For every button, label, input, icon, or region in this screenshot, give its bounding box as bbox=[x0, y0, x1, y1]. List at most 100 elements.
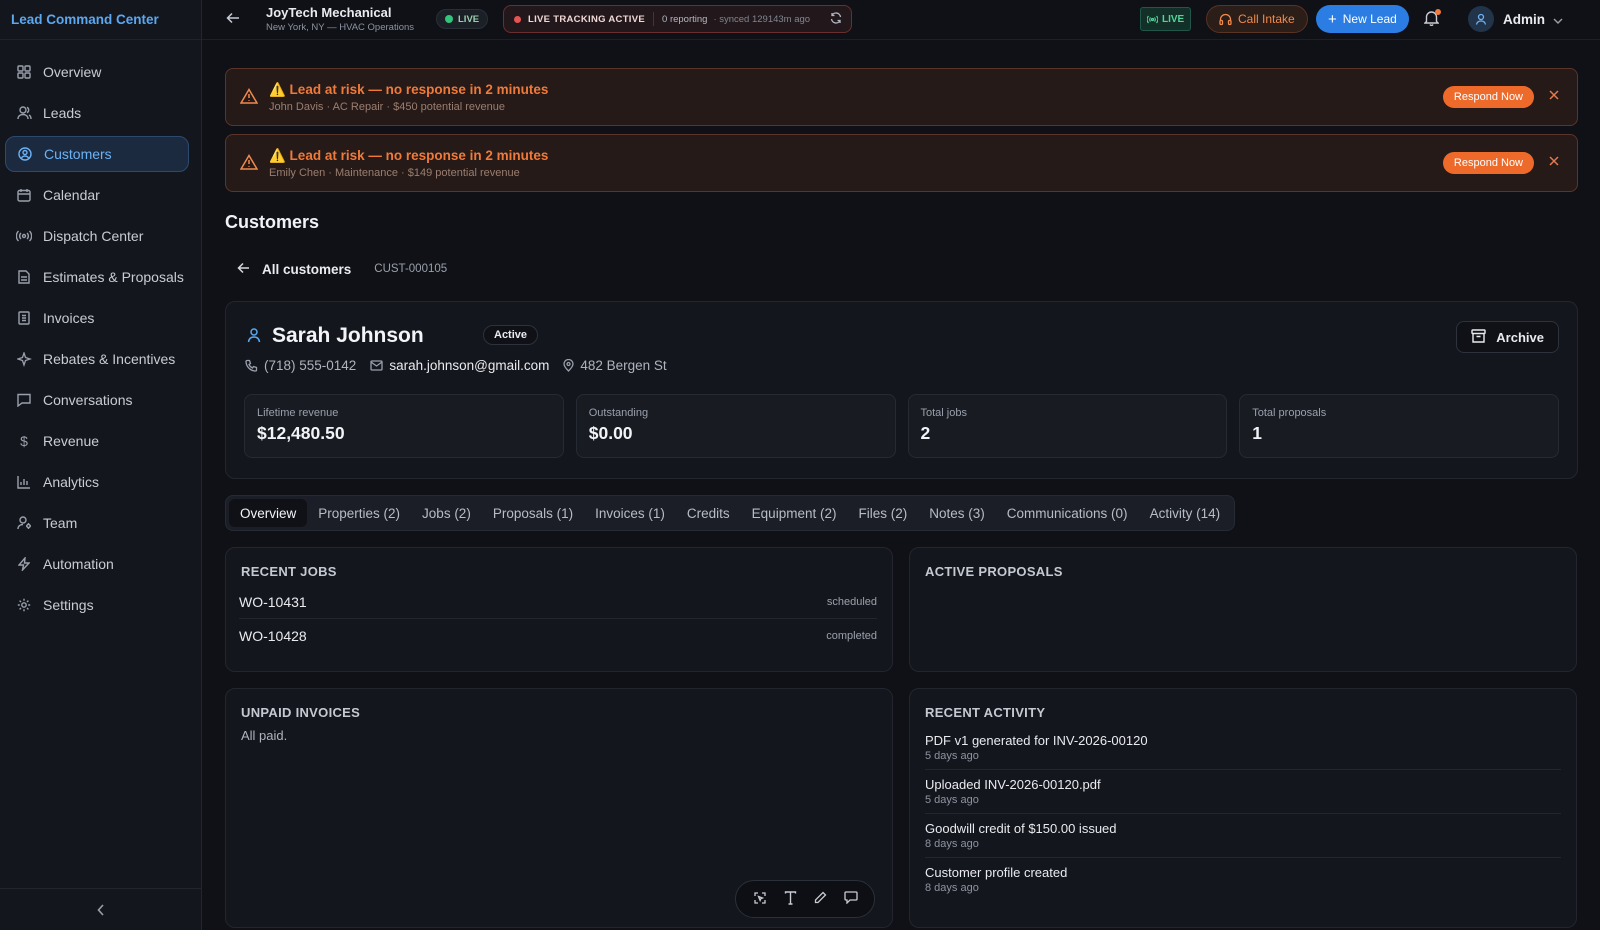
mail-icon bbox=[370, 360, 383, 371]
sidebar-item-revenue[interactable]: $ Revenue bbox=[5, 423, 189, 459]
broadcast-icon bbox=[16, 228, 32, 244]
list-item: Goodwill credit of $150.00 issued 8 days… bbox=[925, 814, 1561, 858]
respond-now-button[interactable]: Respond Now bbox=[1442, 86, 1534, 108]
job-id: WO-10428 bbox=[239, 628, 307, 644]
calendar-icon bbox=[16, 187, 32, 203]
panel-title: UNPAID INVOICES bbox=[241, 705, 361, 720]
brand-title[interactable]: Lead Command Center bbox=[0, 0, 201, 40]
customer-id: CUST-000105 bbox=[374, 263, 448, 275]
new-lead-button[interactable]: + New Lead bbox=[1316, 5, 1409, 33]
live-tracking-status: LIVE TRACKING ACTIVE 0 reporting · synce… bbox=[503, 5, 852, 33]
email-field[interactable]: sarah.johnson@gmail.com bbox=[370, 358, 549, 373]
back-arrow-icon[interactable] bbox=[226, 11, 240, 28]
tab-invoices[interactable]: Invoices (1) bbox=[584, 499, 676, 527]
text-tool-icon[interactable] bbox=[784, 890, 797, 908]
archive-icon bbox=[1471, 328, 1486, 346]
bar-chart-icon bbox=[16, 474, 32, 490]
call-intake-button[interactable]: Call Intake bbox=[1206, 5, 1308, 33]
job-status: scheduled bbox=[826, 595, 877, 608]
company-info: JoyTech Mechanical New York, NY — HVAC O… bbox=[266, 5, 414, 33]
list-item: Customer profile created 8 days ago bbox=[925, 858, 1561, 901]
customer-stats: Lifetime revenue $12,480.50 Outstanding … bbox=[244, 394, 1559, 458]
main-content: ⚠️ Lead at risk — no response in 2 minut… bbox=[225, 68, 1578, 928]
tab-jobs[interactable]: Jobs (2) bbox=[411, 499, 482, 527]
stat-value: 1 bbox=[1252, 423, 1262, 443]
stat-value: 2 bbox=[920, 423, 931, 443]
pencil-icon[interactable] bbox=[814, 891, 827, 907]
headset-icon bbox=[1219, 13, 1232, 25]
company-subtitle: New York, NY — HVAC Operations bbox=[266, 22, 415, 33]
activity-text: Uploaded INV-2026-00120.pdf bbox=[925, 777, 1101, 792]
respond-now-button[interactable]: Respond Now bbox=[1442, 152, 1534, 174]
live-label: LIVE bbox=[1162, 13, 1185, 25]
archive-button[interactable]: Archive bbox=[1456, 321, 1559, 353]
alert-title: ⚠️ Lead at risk — no response in 2 minut… bbox=[269, 81, 549, 97]
sidebar-item-label: Leads bbox=[43, 105, 82, 121]
sidebar-item-label: Team bbox=[43, 515, 78, 531]
address-field[interactable]: 482 Bergen St bbox=[563, 358, 667, 373]
bell-icon[interactable] bbox=[1423, 9, 1441, 29]
stat-outstanding: Outstanding $0.00 bbox=[575, 394, 896, 458]
tab-properties[interactable]: Properties (2) bbox=[307, 499, 411, 527]
sidebar-item-overview[interactable]: Overview bbox=[5, 54, 189, 90]
stat-label: Total jobs bbox=[920, 407, 967, 419]
collapse-sidebar-button[interactable] bbox=[0, 888, 201, 930]
close-icon[interactable] bbox=[1549, 154, 1559, 169]
activity-time: 5 days ago bbox=[925, 750, 979, 762]
sidebar-item-rebates[interactable]: Rebates & Incentives bbox=[5, 341, 189, 377]
team-icon bbox=[16, 515, 32, 531]
sidebar-item-analytics[interactable]: Analytics bbox=[5, 464, 189, 500]
tab-communications[interactable]: Communications (0) bbox=[996, 499, 1139, 527]
avatar bbox=[1468, 6, 1494, 32]
sidebar-item-calendar[interactable]: Calendar bbox=[5, 177, 189, 213]
sidebar-item-conversations[interactable]: Conversations bbox=[5, 382, 189, 418]
sidebar-item-estimates[interactable]: Estimates & Proposals bbox=[5, 259, 189, 295]
lead-risk-alert: ⚠️ Lead at risk — no response in 2 minut… bbox=[225, 68, 1578, 126]
grid-icon bbox=[16, 64, 32, 80]
sidebar-item-invoices[interactable]: Invoices bbox=[5, 300, 189, 336]
sidebar-item-label: Revenue bbox=[43, 433, 100, 449]
sidebar-item-automation[interactable]: Automation bbox=[5, 546, 189, 582]
tab-proposals[interactable]: Proposals (1) bbox=[482, 499, 584, 527]
warning-icon bbox=[239, 153, 259, 173]
close-icon[interactable] bbox=[1549, 88, 1559, 103]
document-icon bbox=[16, 269, 32, 285]
sidebar-item-label: Calendar bbox=[43, 187, 100, 203]
sidebar-nav: Overview Leads Customers Calendar Dispat… bbox=[0, 54, 201, 623]
sidebar: Lead Command Center Overview Leads Custo… bbox=[0, 0, 202, 930]
sidebar-item-dispatch-center[interactable]: Dispatch Center bbox=[5, 218, 189, 254]
tab-notes[interactable]: Notes (3) bbox=[918, 499, 996, 527]
sidebar-item-label: Rebates & Incentives bbox=[43, 351, 176, 367]
comment-icon[interactable] bbox=[843, 891, 858, 907]
sidebar-item-settings[interactable]: Settings bbox=[5, 587, 189, 623]
stat-value: $12,480.50 bbox=[257, 423, 345, 443]
table-row[interactable]: WO-10428 completed bbox=[239, 619, 877, 653]
table-row[interactable]: WO-10431 scheduled bbox=[239, 585, 877, 619]
refresh-icon[interactable] bbox=[830, 11, 842, 27]
back-arrow-icon[interactable] bbox=[237, 262, 250, 277]
sidebar-item-leads[interactable]: Leads bbox=[5, 95, 189, 131]
recording-dot-icon bbox=[514, 15, 521, 23]
tab-overview[interactable]: Overview bbox=[229, 499, 308, 527]
alert-detail: Emily Chen · Maintenance · $149 potentia… bbox=[269, 166, 520, 179]
sidebar-item-team[interactable]: Team bbox=[5, 505, 189, 541]
tab-credits[interactable]: Credits bbox=[676, 499, 741, 527]
user-menu[interactable]: Admin bbox=[1468, 6, 1563, 32]
list-item: Uploaded INV-2026-00120.pdf 5 days ago bbox=[925, 770, 1561, 814]
user-icon bbox=[1475, 13, 1487, 25]
warning-icon bbox=[239, 87, 259, 107]
all-customers-link[interactable]: All customers bbox=[262, 262, 351, 277]
tab-activity[interactable]: Activity (14) bbox=[1139, 499, 1232, 527]
select-icon[interactable] bbox=[753, 891, 767, 908]
live-label: LIVE bbox=[458, 13, 480, 25]
tab-equipment[interactable]: Equipment (2) bbox=[741, 499, 848, 527]
tab-files[interactable]: Files (2) bbox=[847, 499, 918, 527]
activity-time: 8 days ago bbox=[925, 882, 979, 894]
signal-icon bbox=[1147, 15, 1158, 23]
gear-icon bbox=[16, 597, 32, 613]
phone-value: (718) 555-0142 bbox=[264, 358, 357, 373]
phone-field[interactable]: (718) 555-0142 bbox=[245, 358, 356, 373]
sidebar-item-customers[interactable]: Customers bbox=[5, 136, 189, 172]
user-icon bbox=[246, 327, 262, 346]
stat-total-proposals: Total proposals 1 bbox=[1239, 394, 1559, 458]
